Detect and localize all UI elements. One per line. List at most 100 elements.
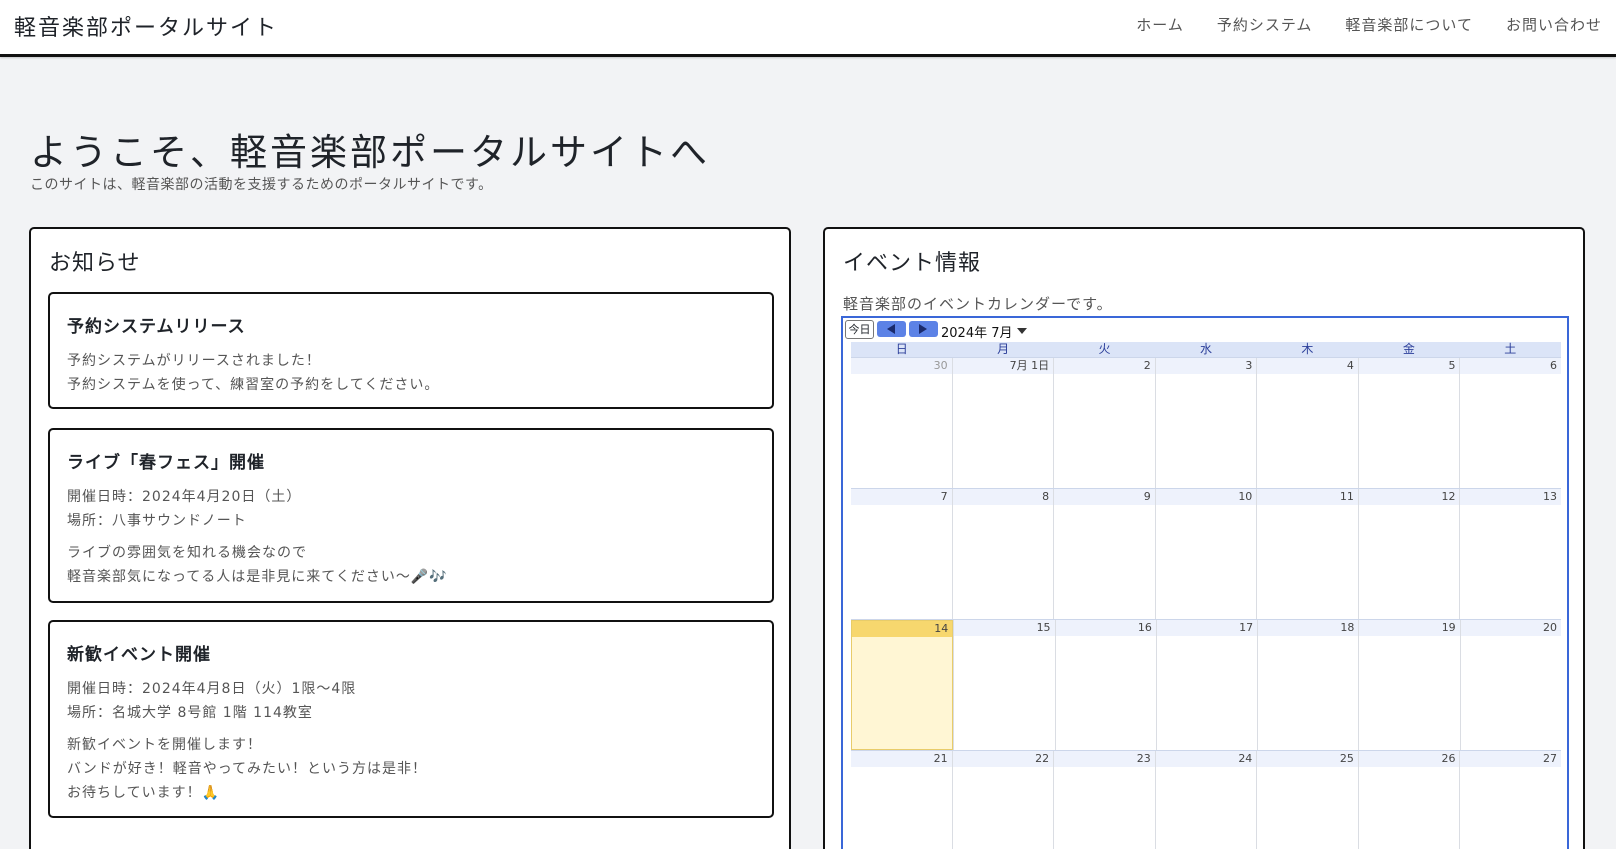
calendar-day[interactable]: 7 [851,489,952,619]
day-number: 26 [1358,751,1460,767]
news-date: 開催日時：2024年4月8日（火）1限〜4限 [67,681,357,697]
calendar-day[interactable]: 16 [1054,620,1156,750]
weekday-label: 月 [997,342,1010,356]
day-number: 8 [952,489,1054,505]
calendar-day[interactable]: 26 [1357,751,1460,849]
calendar-day[interactable]: 19 [1358,620,1460,750]
weekday-label: 金 [1402,342,1415,356]
next-month-button[interactable] [909,321,938,337]
day-number: 3 [1155,358,1257,374]
day-number: 16 [1055,620,1156,636]
news-title: 予約システムリリース [67,317,246,337]
calendar-day[interactable]: 6 [1459,358,1562,488]
calendar-day[interactable]: 18 [1257,620,1359,750]
calendar-day[interactable]: 13 [1459,489,1562,619]
calendar-day[interactable]: 17 [1155,620,1258,750]
day-number: 22 [952,751,1054,767]
news-card-spring-live: ライブ「春フェス」開催 開催日時：2024年4月20日（土） 場所：八事サウンド… [48,428,774,603]
calendar-day[interactable]: 5 [1357,358,1460,488]
day-number: 18 [1258,620,1359,636]
calendar-toolbar: 今日 2024年 7月 [843,318,1567,342]
calendar-day[interactable]: 30 [851,358,952,488]
calendar-week: 21 22 23 24 25 26 27 [851,750,1562,849]
weekday-label: 日 [895,342,908,356]
calendar-day[interactable]: 11 [1256,489,1358,619]
news-card-welcome-event: 新歓イベント開催 開催日時：2024年4月8日（火）1限〜4限 場所：名城大学 … [48,620,774,818]
calendar-day[interactable]: 22 [951,751,1054,849]
news-heading: お知らせ [49,251,141,276]
nav-about-link[interactable]: 軽音楽部について [1345,14,1473,35]
day-number: 5 [1358,358,1460,374]
nav-home-link[interactable]: ホーム [1136,14,1184,35]
triangle-left-icon [887,324,895,334]
page-title: ようこそ、軽音楽部ポータルサイトへ [30,131,710,174]
calendar-day[interactable]: 24 [1154,751,1257,849]
calendar-day[interactable]: 7月 1日 [951,358,1054,488]
news-text: 新歓イベントを開催します！ [67,737,262,753]
day-number: 13 [1460,489,1562,505]
day-number: 25 [1257,751,1358,767]
news-card-reservation-release: 予約システムリリース 予約システムがリリースされました！ 予約システムを使って、… [48,292,774,409]
calendar-day[interactable]: 20 [1459,620,1561,750]
weekday-header: 日 月 火 水 木 金 土 [851,342,1561,357]
day-number: 7月 1日 [952,358,1054,374]
day-number: 4 [1257,358,1358,374]
page-subtitle: このサイトは、軽音楽部の活動を支援するためのポータルサイトです。 [30,177,493,193]
site-brand[interactable]: 軽音楽部ポータルサイト [14,10,278,42]
triangle-right-icon [919,324,927,334]
events-panel: イベント情報 軽音楽部のイベントカレンダーです。 今日 2024年 7月 日 月… [823,227,1585,849]
day-number: 15 [954,620,1055,636]
calendar-day[interactable]: 27 [1459,751,1562,849]
weekday-label: 火 [1098,342,1111,356]
day-number: 20 [1460,620,1561,636]
calendar-day[interactable]: 25 [1256,751,1358,849]
news-location: 場所：名城大学 8号館 1階 114教室 [67,705,313,721]
calendar-day[interactable]: 10 [1154,489,1257,619]
prev-month-button[interactable] [877,321,906,337]
day-number: 24 [1155,751,1257,767]
nav-reservation-link[interactable]: 予約システム [1217,14,1313,35]
day-number: 10 [1155,489,1257,505]
nav-contact-link[interactable]: お問い合わせ [1506,14,1602,35]
day-number: 2 [1054,358,1155,374]
calendar-day-today[interactable]: 14 [851,620,954,750]
day-number: 21 [851,751,952,767]
calendar-week: 7 8 9 10 11 12 13 [851,488,1562,619]
day-number: 12 [1358,489,1460,505]
day-number: 27 [1460,751,1562,767]
weekday-label: 水 [1199,342,1212,356]
main-nav: ホーム 予約システム 軽音楽部について お問い合わせ [1136,0,1616,48]
weekday-label: 木 [1301,342,1314,356]
calendar-day[interactable]: 3 [1154,358,1257,488]
event-calendar: 今日 2024年 7月 日 月 火 水 木 金 土 30 7月 1日 2 3 4… [841,316,1569,849]
calendar-day[interactable]: 15 [953,620,1055,750]
weekday-label: 土 [1504,342,1517,356]
calendar-day[interactable]: 21 [851,751,952,849]
news-text: 軽音楽部気になってる人は是非見に来てください〜🎤🎶 [67,569,448,585]
day-number: 14 [852,621,953,637]
today-button[interactable]: 今日 [845,320,874,339]
calendar-day[interactable]: 8 [951,489,1054,619]
day-number: 11 [1257,489,1358,505]
day-number: 7 [851,489,952,505]
calendar-day[interactable]: 23 [1053,751,1155,849]
day-number: 6 [1460,358,1562,374]
month-selector[interactable]: 2024年 7月 [941,322,1013,341]
news-date: 開催日時：2024年4月20日（土） [67,489,302,505]
calendar-week: 14 15 16 17 18 19 20 [851,619,1561,750]
calendar-day[interactable]: 12 [1357,489,1460,619]
day-number: 9 [1054,489,1155,505]
navbar: 軽音楽部ポータルサイト ホーム 予約システム 軽音楽部について お問い合わせ [0,0,1616,57]
news-title: ライブ「春フェス」開催 [67,453,265,473]
dropdown-arrow-icon[interactable] [1017,328,1027,334]
calendar-day[interactable]: 2 [1053,358,1155,488]
news-text: 予約システムを使って、練習室の予約をしてください。 [67,377,440,393]
calendar-day[interactable]: 4 [1256,358,1358,488]
calendar-day[interactable]: 9 [1053,489,1155,619]
news-text: お待ちしています！🙏 [67,785,221,801]
news-text: 予約システムがリリースされました！ [67,353,321,369]
events-heading: イベント情報 [843,251,982,276]
calendar-grid: 日 月 火 水 木 金 土 30 7月 1日 2 3 4 5 6 7 8 9 1… [851,342,1562,849]
events-description: 軽音楽部のイベントカレンダーです。 [843,295,1113,313]
news-panel: お知らせ 予約システムリリース 予約システムがリリースされました！ 予約システム… [29,227,791,849]
